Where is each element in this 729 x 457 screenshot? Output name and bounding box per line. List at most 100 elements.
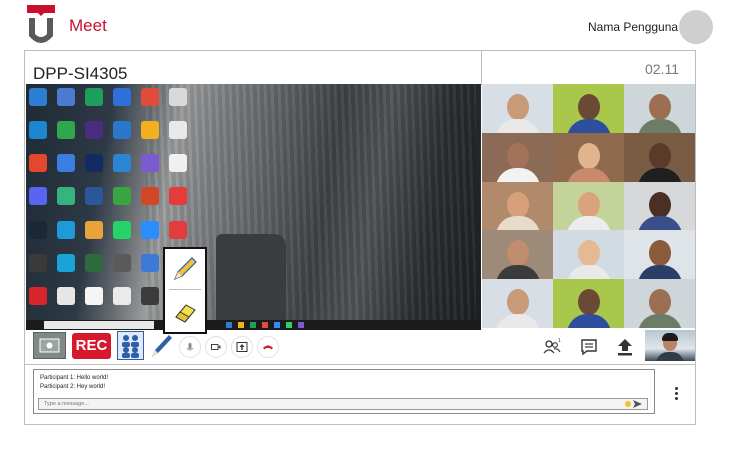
self-hair — [662, 333, 678, 341]
desktop-app-icon — [169, 220, 187, 239]
self-body — [656, 352, 684, 361]
hang-up-icon — [263, 345, 273, 350]
participant-body — [637, 265, 682, 280]
participant-face — [506, 142, 529, 169]
pen-tools-popup — [163, 247, 207, 334]
more-options-dot — [675, 392, 678, 395]
desktop-app-icon — [169, 88, 187, 106]
hang-up-button[interactable] — [257, 336, 279, 358]
participant-body — [495, 118, 540, 133]
participant-tile[interactable] — [553, 181, 624, 231]
participant-face — [577, 94, 600, 120]
desktop-app-icon — [113, 253, 131, 272]
taskbar-app-icon[interactable] — [262, 322, 268, 328]
participant-tile[interactable] — [624, 230, 695, 280]
brand-title: Meet — [69, 16, 107, 35]
emoji-icon[interactable] — [625, 401, 631, 407]
mic-button[interactable] — [179, 336, 201, 358]
participant-body — [495, 313, 540, 328]
participant-body — [495, 265, 540, 280]
participant-tile[interactable] — [482, 132, 553, 182]
participant-tile[interactable] — [553, 84, 624, 133]
record-button[interactable]: REC — [72, 333, 111, 359]
participant-tile[interactable] — [482, 279, 553, 328]
user-avatar[interactable] — [679, 10, 713, 44]
chat-input[interactable]: Type a message... — [38, 398, 648, 410]
screen-share-button[interactable] — [33, 332, 66, 359]
participant-tile[interactable] — [624, 279, 695, 328]
participant-face — [648, 94, 671, 120]
participant-body — [495, 167, 540, 182]
participant-tile[interactable] — [553, 279, 624, 328]
participant-tile[interactable] — [553, 132, 624, 182]
taskbar-app-icon[interactable] — [286, 322, 292, 328]
participant-face — [506, 191, 529, 218]
participant-tile[interactable] — [624, 84, 695, 133]
desktop-app-icon — [29, 154, 47, 173]
taskbar-app-icon[interactable] — [226, 322, 232, 328]
participant-face — [577, 191, 600, 218]
svg-text:1: 1 — [558, 338, 561, 344]
participant-tile[interactable] — [482, 84, 553, 133]
desktop-app-icon — [29, 286, 47, 305]
pen-button[interactable] — [149, 331, 175, 360]
desktop-app-icon — [85, 253, 103, 272]
mic-icon — [186, 343, 194, 351]
desktop-app-icon — [85, 121, 103, 140]
desktop-app-icon — [113, 121, 131, 140]
desktop-app-icon — [85, 187, 103, 206]
desktop-app-icon — [29, 121, 47, 140]
chat-panel: Participant 1: Hello world! Participant … — [33, 369, 655, 414]
participant-tile[interactable] — [553, 230, 624, 280]
send-icon[interactable] — [633, 400, 642, 408]
upload-button[interactable] — [614, 336, 636, 358]
taskbar-app-icon[interactable] — [250, 322, 256, 328]
participant-tile[interactable] — [624, 132, 695, 182]
desktop-app-icon — [29, 88, 47, 106]
participants-icon: 1 — [543, 338, 561, 354]
taskbar-app-icon[interactable] — [274, 322, 280, 328]
participant-face — [577, 240, 600, 267]
participant-face — [577, 142, 600, 169]
camera-button[interactable] — [205, 336, 227, 358]
participants-view-button[interactable] — [117, 331, 144, 360]
taskbar-app-icon[interactable] — [238, 322, 244, 328]
wallpaper-rock — [216, 234, 286, 324]
desktop-app-icon — [57, 286, 75, 305]
participant-body — [637, 216, 682, 231]
eraser-icon[interactable] — [171, 297, 199, 325]
more-options-icon[interactable] — [674, 387, 680, 401]
desktop-app-icon — [57, 187, 75, 206]
participant-face — [506, 94, 529, 120]
more-options-dot — [675, 397, 678, 400]
taskbar-search-input[interactable] — [44, 321, 154, 329]
controls-divider — [25, 364, 695, 365]
participant-face — [648, 289, 671, 316]
desktop-app-icon — [113, 187, 131, 206]
desktop-app-icon — [57, 220, 75, 239]
desktop-app-icon — [57, 253, 75, 272]
participant-tile[interactable] — [482, 230, 553, 280]
self-video-tile[interactable] — [645, 330, 695, 361]
present-button[interactable] — [231, 336, 253, 358]
desktop-app-icon — [169, 154, 187, 173]
participant-body — [566, 216, 611, 231]
participant-body — [637, 118, 682, 133]
more-options-dot — [675, 387, 678, 390]
pencil-icon[interactable] — [171, 255, 199, 283]
participant-body — [566, 313, 611, 328]
desktop-app-icon — [169, 187, 187, 206]
participant-tile[interactable] — [624, 181, 695, 231]
participant-face — [648, 191, 671, 218]
participant-face — [648, 142, 671, 169]
chat-button[interactable] — [578, 336, 600, 358]
desktop-app-icon — [57, 121, 75, 140]
desktop-app-icon — [141, 220, 159, 239]
participants-button[interactable]: 1 — [541, 336, 563, 358]
desktop-app-icon — [141, 187, 159, 206]
chat-icon — [581, 339, 597, 356]
participant-tile[interactable] — [482, 181, 553, 231]
desktop-app-icon — [141, 253, 159, 272]
taskbar-app-icon[interactable] — [298, 322, 304, 328]
participant-body — [637, 167, 682, 182]
